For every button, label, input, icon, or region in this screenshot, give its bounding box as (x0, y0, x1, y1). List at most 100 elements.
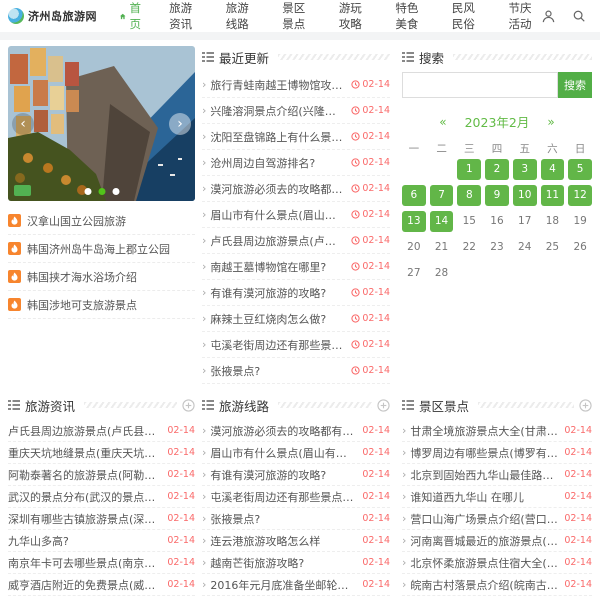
calendar-day[interactable]: 3 (513, 159, 537, 180)
carousel-dot[interactable] (112, 188, 119, 195)
article-link[interactable]: › 张掖景点? 02-14 (202, 358, 390, 384)
article-title: 沈阳至盘锦路上有什么景点(沈阳至盘锦路上... (210, 129, 345, 145)
calendar-day[interactable]: 8 (457, 185, 481, 206)
calendar-day[interactable]: 21 (430, 237, 454, 258)
article-link[interactable]: › 眉山市有什么景点(眉山有些什么景点) 02-14 (202, 442, 390, 464)
calendar-day[interactable]: 25 (541, 237, 565, 258)
calendar-day[interactable]: 24 (513, 237, 537, 258)
article-link[interactable]: 合肥金寨路上高速怎么走到九华山?到国轴九... 02-14 (8, 596, 195, 600)
article-link[interactable]: › 屯溪老街周边还有那些景点(屯溪老街景点有... 02-14 (202, 332, 390, 358)
calendar-next-button[interactable]: » (547, 115, 554, 129)
calendar-day[interactable]: 14 (430, 211, 454, 232)
article-link[interactable]: › 北京怀柔旅游景点住宿大全(北京怀柔旅游地... 02-14 (402, 552, 592, 574)
article-link[interactable]: 重庆天坑地缝景点(重庆天坑地缝景点的英文... 02-14 (8, 442, 195, 464)
article-link[interactable]: › 皖南古村落景点介绍(皖南古村落景区) 02-14 (402, 574, 592, 596)
carousel-dot[interactable] (84, 188, 91, 195)
menu-item[interactable]: 旅游资讯 (169, 0, 202, 32)
more-icon[interactable] (182, 399, 195, 412)
calendar-day[interactable]: 9 (485, 185, 509, 206)
calendar-day[interactable]: 10 (513, 185, 537, 206)
article-link[interactable]: › 有谁有漠河旅游的攻略? 02-14 (202, 280, 390, 306)
calendar-day[interactable]: 20 (402, 237, 426, 258)
calendar-day[interactable]: 28 (430, 263, 454, 284)
calendar-day[interactable]: 7 (430, 185, 454, 206)
article-link[interactable]: › 北京到固始西九华山最佳路线? 02-14 (402, 464, 592, 486)
menu-item[interactable]: 景区景点 (282, 0, 315, 32)
article-link[interactable]: › 张掖景点? 02-14 (202, 508, 390, 530)
clock-icon (351, 340, 360, 349)
carousel-next-button[interactable]: › (169, 113, 191, 135)
calendar-day[interactable]: 19 (568, 211, 592, 232)
article-link[interactable]: › 沧州周边自驾游排名? 02-14 (202, 150, 390, 176)
calendar-day[interactable]: 2 (485, 159, 509, 180)
carousel-dot[interactable] (98, 188, 105, 195)
article-link[interactable]: › 眉山市有什么景点(眉山有些什么景点) 02-14 (202, 202, 390, 228)
calendar-day[interactable]: 22 (457, 237, 481, 258)
article-link[interactable]: › 漠河旅游必须去的攻略都有啥景点 02-14 (202, 176, 390, 202)
article-link[interactable]: › 麻辣土豆红烧肉怎么做? 02-14 (202, 306, 390, 332)
article-link[interactable]: › 河南离晋城最近的旅游景点(晋城有哪些旅游... 02-14 (402, 530, 592, 552)
hot-article-item[interactable]: 韩国济州岛牛岛海上郡立公园 (8, 235, 195, 263)
search-submit-button[interactable]: 搜索 (558, 72, 592, 98)
calendar-day[interactable]: 23 (485, 237, 509, 258)
calendar-day[interactable]: 1 (457, 159, 481, 180)
article-link[interactable]: › 谁知道西九华山 在哪儿 02-14 (402, 486, 592, 508)
calendar-day[interactable]: 11 (541, 185, 565, 206)
article-link[interactable]: › 有谁有漠河旅游的攻略? 02-14 (202, 464, 390, 486)
article-link[interactable]: › 江苏洪泽最好玩的旅游景点有哪些，洪泽旅... 02-14 (202, 596, 390, 600)
calendar-day[interactable]: 6 (402, 185, 426, 206)
calendar-day[interactable]: 13 (402, 211, 426, 232)
hot-article-item[interactable]: 韩国挟才海水浴场介绍 (8, 263, 195, 291)
article-link[interactable]: › 2016年元月底准备坐邮轮旅游，有攻略吗 02-14 (202, 574, 390, 596)
carousel-prev-button[interactable]: ‹ (12, 113, 34, 135)
menu-item[interactable]: 节庆活动 (508, 0, 541, 32)
menu-item[interactable]: 首页 (119, 0, 145, 32)
article-link[interactable]: 深圳有哪些古镇旅游景点(深圳有哪些古镇旅... 02-14 (8, 508, 195, 530)
hero-carousel[interactable]: ‹ › (8, 46, 195, 201)
calendar-day[interactable]: 12 (568, 185, 592, 206)
calendar-day[interactable] (430, 159, 454, 180)
user-icon[interactable] (541, 9, 556, 24)
menu-item[interactable]: 特色美食 (395, 0, 428, 32)
article-link[interactable]: 武汉的景点分布(武汉的景点介绍) 02-14 (8, 486, 195, 508)
hot-article-item[interactable]: 韩国涉地可支旅游景点 (8, 291, 195, 319)
site-logo[interactable]: 济州岛旅游网 (8, 8, 97, 24)
calendar-day[interactable]: 15 (457, 211, 481, 232)
article-link[interactable]: 南京年卡可去哪些景点(南京年卡可以去的景... 02-14 (8, 552, 195, 574)
article-link[interactable]: › 沈阳至盘锦路上有什么景点(沈阳至盘锦路上... 02-14 (202, 124, 390, 150)
article-link[interactable]: 阿勒泰著名的旅游景点(阿勒泰著名的旅游景... 02-14 (8, 464, 195, 486)
article-link[interactable]: › 连云港旅游攻略怎么样 02-14 (202, 530, 390, 552)
calendar-day[interactable]: 17 (513, 211, 537, 232)
hot-article-item[interactable]: 汉拿山国立公园旅游 (8, 207, 195, 235)
calendar-prev-button[interactable]: « (439, 115, 446, 129)
article-link[interactable]: › 营口山海广场景点介绍(营口山海广场景点介... 02-14 (402, 508, 592, 530)
calendar-day[interactable]: 4 (541, 159, 565, 180)
calendar-day[interactable]: 18 (541, 211, 565, 232)
menu-item[interactable]: 民风民俗 (452, 0, 485, 32)
search-input[interactable] (402, 72, 558, 98)
article-link[interactable]: 威亨酒店附近的免费景点(威亨酒店附近美食) 02-14 (8, 574, 195, 596)
weekday-label: 三 (457, 141, 481, 159)
article-link[interactable]: 卢氏县周边旅游景点(卢氏县旅游景点大全景... 02-14 (8, 420, 195, 442)
article-link[interactable]: › 博罗周边有哪些景点(博罗有什么好景点) 02-14 (402, 442, 592, 464)
search-icon[interactable] (572, 9, 586, 23)
calendar-day[interactable]: 27 (402, 263, 426, 284)
calendar-day[interactable]: 5 (568, 159, 592, 180)
calendar-day[interactable] (402, 159, 426, 180)
article-link[interactable]: › 兴隆溶洞景点介绍(兴隆县溶洞位置在哪儿) 02-14 (202, 98, 390, 124)
more-icon[interactable] (377, 399, 390, 412)
menu-item[interactable]: 旅游线路 (226, 0, 259, 32)
article-link[interactable]: › 越南芒街旅游攻略? 02-14 (202, 552, 390, 574)
more-icon[interactable] (579, 399, 592, 412)
article-link[interactable]: › 卢氏县周边旅游景点(卢氏县旅游景点大全景... 02-14 (202, 228, 390, 254)
article-link[interactable]: › 漠河旅游必须去的攻略都有啥景点 02-14 (202, 420, 390, 442)
article-link[interactable]: 九华山多高? 02-14 (8, 530, 195, 552)
calendar-day[interactable]: 26 (568, 237, 592, 258)
article-link[interactable]: › 南越王墓博物馆在哪里? 02-14 (202, 254, 390, 280)
article-link[interactable]: › 旅行青蛙南越王博物馆攻略? 02-14 (202, 72, 390, 98)
article-link[interactable]: › 屯溪老街周边还有那些景点(屯溪老街景点有... 02-14 (202, 486, 390, 508)
menu-item[interactable]: 游玩攻略 (339, 0, 372, 32)
calendar-day[interactable]: 16 (485, 211, 509, 232)
article-link[interactable]: › 密云好景点推荐(密云好玩的景点) 02-14 (402, 596, 592, 600)
article-link[interactable]: › 甘肃全境旅游景点大全(甘肃省内旅游景点大... 02-14 (402, 420, 592, 442)
